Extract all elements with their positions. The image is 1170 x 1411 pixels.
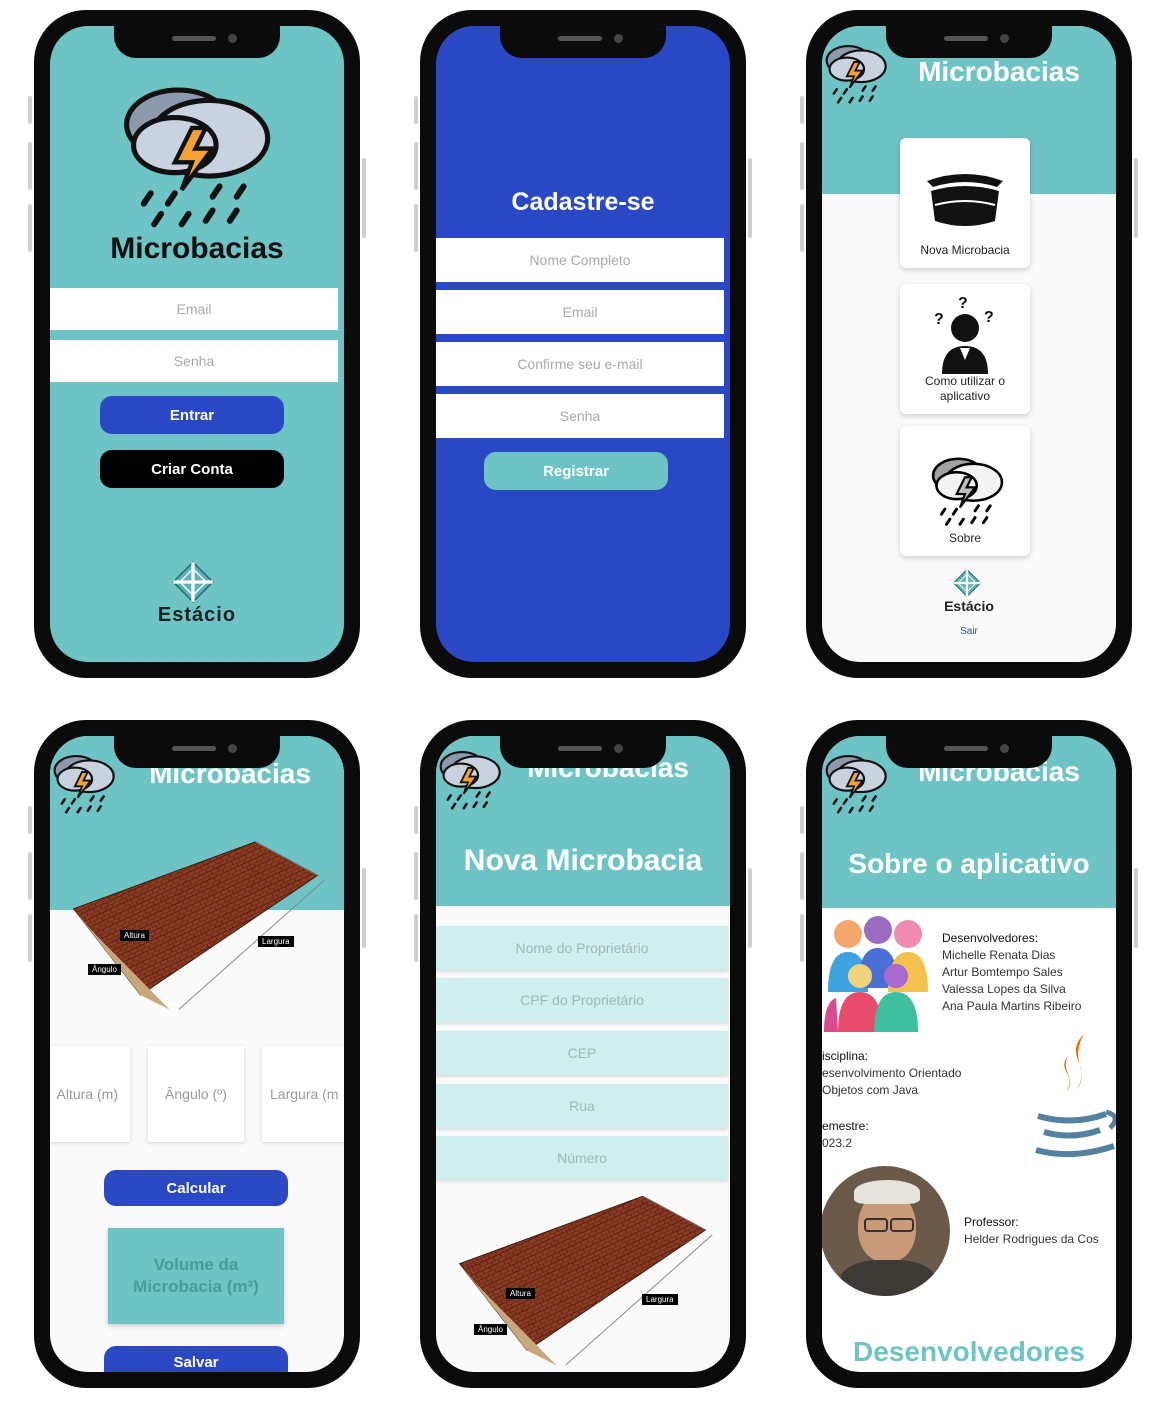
professor-block: Professor: Helder Rodrigues da Cos: [964, 1214, 1116, 1248]
save-button[interactable]: Salvar: [104, 1346, 288, 1372]
app-title: Microbacias: [110, 232, 284, 265]
developer-name: Michelle Renata Dias: [942, 948, 1056, 962]
password-field[interactable]: Senha: [50, 340, 338, 382]
volume-label: Volume da Microbacia (m³): [133, 1255, 259, 1296]
professor-label: Professor:: [964, 1215, 1019, 1229]
about-screen: Microbacias Sobre o aplicativo Desenvolv…: [822, 736, 1116, 1372]
phone-menu: Microbacias Nova Microbacia ? ? ? Como u…: [800, 10, 1138, 678]
phone-new-basin: Microbacias Nova Microbacia Nome do Prop…: [414, 720, 752, 1388]
developers-block: Desenvolvedores: Michelle Renata Dias Ar…: [942, 930, 1116, 1015]
discipline-line: Objetos com Java: [822, 1083, 919, 1097]
phone-login: Microbacias Email Senha Entrar Criar Con…: [28, 10, 366, 678]
cloud-storm-icon: [822, 742, 890, 822]
full-name-field[interactable]: Nome Completo: [436, 238, 724, 282]
discipline-line: esenvolvimento Orientado: [822, 1066, 962, 1080]
brand-name: Estácio: [157, 604, 237, 626]
java-logo-icon: [1035, 1034, 1116, 1158]
login-screen: Microbacias Email Senha Entrar Criar Con…: [50, 26, 344, 662]
developer-name: Valessa Lopes da Silva: [942, 982, 1066, 996]
svg-text:?: ?: [934, 311, 944, 328]
cloud-storm-icon: [436, 738, 504, 818]
height-input[interactable]: Altura (m): [50, 1046, 130, 1142]
professor-photo: [822, 1166, 950, 1296]
phone-calculator: Microbacias Altura Largura Ângulo Altura…: [28, 720, 366, 1388]
volume-result-box: Volume da Microbacia (m³): [108, 1228, 284, 1324]
diagram-label-height: Altura: [506, 1288, 535, 1299]
diagram-label-angle: Ângulo: [88, 964, 121, 975]
create-account-button[interactable]: Criar Conta: [100, 450, 284, 488]
diagram-label-height: Altura: [120, 930, 149, 941]
how-to-use-card[interactable]: ? ? ? Como utilizar o aplicativo: [900, 284, 1030, 414]
estacio-logo-icon: [171, 560, 215, 604]
svg-text:?: ?: [984, 309, 994, 326]
professor-name: Helder Rodrigues da Cos: [964, 1232, 1099, 1246]
developers-footer-heading: Desenvolvedores: [853, 1336, 1085, 1367]
roof-diagram: [450, 1196, 720, 1370]
cloud-storm-icon: [822, 32, 890, 112]
thinking-person-icon: ? ? ?: [934, 295, 994, 374]
card-label: Nova Microbacia: [920, 243, 1010, 257]
diagram-label-width: Largura: [642, 1294, 678, 1305]
discipline-block: isciplina: esenvolvimento Orientado Obje…: [822, 1048, 1022, 1099]
card-label: Como utilizar o aplicativo: [924, 374, 1006, 403]
developer-name: Ana Paula Martins Ribeiro: [942, 999, 1082, 1013]
menu-screen: Microbacias Nova Microbacia ? ? ? Como u…: [822, 26, 1116, 662]
water-tank-icon: [927, 174, 1003, 226]
discipline-label: isciplina:: [822, 1049, 869, 1063]
page-title: Nova Microbacia: [463, 844, 703, 877]
people-group-icon: [824, 916, 928, 1032]
developers-heading: Desenvolvedores:: [942, 931, 1039, 945]
cloud-storm-outline-icon: [923, 447, 1007, 531]
register-screen: Cadastre-se Nome Completo Email Confirme…: [436, 26, 730, 662]
app-title: Microbacias: [918, 56, 1080, 87]
estacio-logo-icon: [952, 568, 982, 598]
owner-name-field[interactable]: Nome do Proprietário: [436, 926, 728, 970]
confirm-email-field[interactable]: Confirme seu e-mail: [436, 342, 724, 386]
street-field[interactable]: Rua: [436, 1084, 728, 1128]
semester-label: emestre:: [822, 1119, 869, 1133]
new-basin-card[interactable]: Nova Microbacia: [900, 138, 1030, 268]
calculator-screen: Microbacias Altura Largura Ângulo Altura…: [50, 736, 344, 1372]
owner-cpf-field[interactable]: CPF do Proprietário: [436, 978, 728, 1022]
diagram-label-angle: Ângulo: [474, 1324, 507, 1335]
email-field[interactable]: Email: [436, 290, 724, 334]
semester-block: emestre: 023.2: [822, 1118, 942, 1152]
brand-name: Estácio: [944, 598, 994, 614]
roof-diagram: [64, 840, 332, 1016]
cloud-storm-icon: [106, 62, 278, 242]
semester-value: 023.2: [822, 1136, 853, 1150]
page-title: Sobre o aplicativo: [848, 848, 1090, 879]
enter-button[interactable]: Entrar: [100, 396, 284, 434]
email-field[interactable]: Email: [50, 288, 338, 330]
password-field[interactable]: Senha: [436, 394, 724, 438]
diagram-label-width: Largura: [258, 936, 294, 947]
phone-about: Microbacias Sobre o aplicativo Desenvolv…: [800, 720, 1138, 1388]
svg-text:?: ?: [958, 295, 968, 312]
developer-name: Artur Bomtempo Sales: [942, 965, 1063, 979]
about-card[interactable]: Sobre: [900, 426, 1030, 556]
register-button[interactable]: Registrar: [484, 452, 668, 490]
cloud-storm-icon: [50, 742, 118, 822]
width-input[interactable]: Largura (m: [262, 1046, 344, 1142]
angle-input[interactable]: Ângulo (º): [148, 1046, 244, 1142]
register-title: Cadastre-se: [511, 188, 655, 216]
logout-link[interactable]: Sair: [822, 626, 1116, 637]
calculate-button[interactable]: Calcular: [104, 1170, 288, 1206]
number-field[interactable]: Número: [436, 1136, 728, 1180]
phone-register: Cadastre-se Nome Completo Email Confirme…: [414, 10, 752, 678]
cep-field[interactable]: CEP: [436, 1031, 728, 1075]
new-basin-screen: Microbacias Nova Microbacia Nome do Prop…: [436, 736, 730, 1372]
card-label: Sobre: [948, 531, 982, 545]
